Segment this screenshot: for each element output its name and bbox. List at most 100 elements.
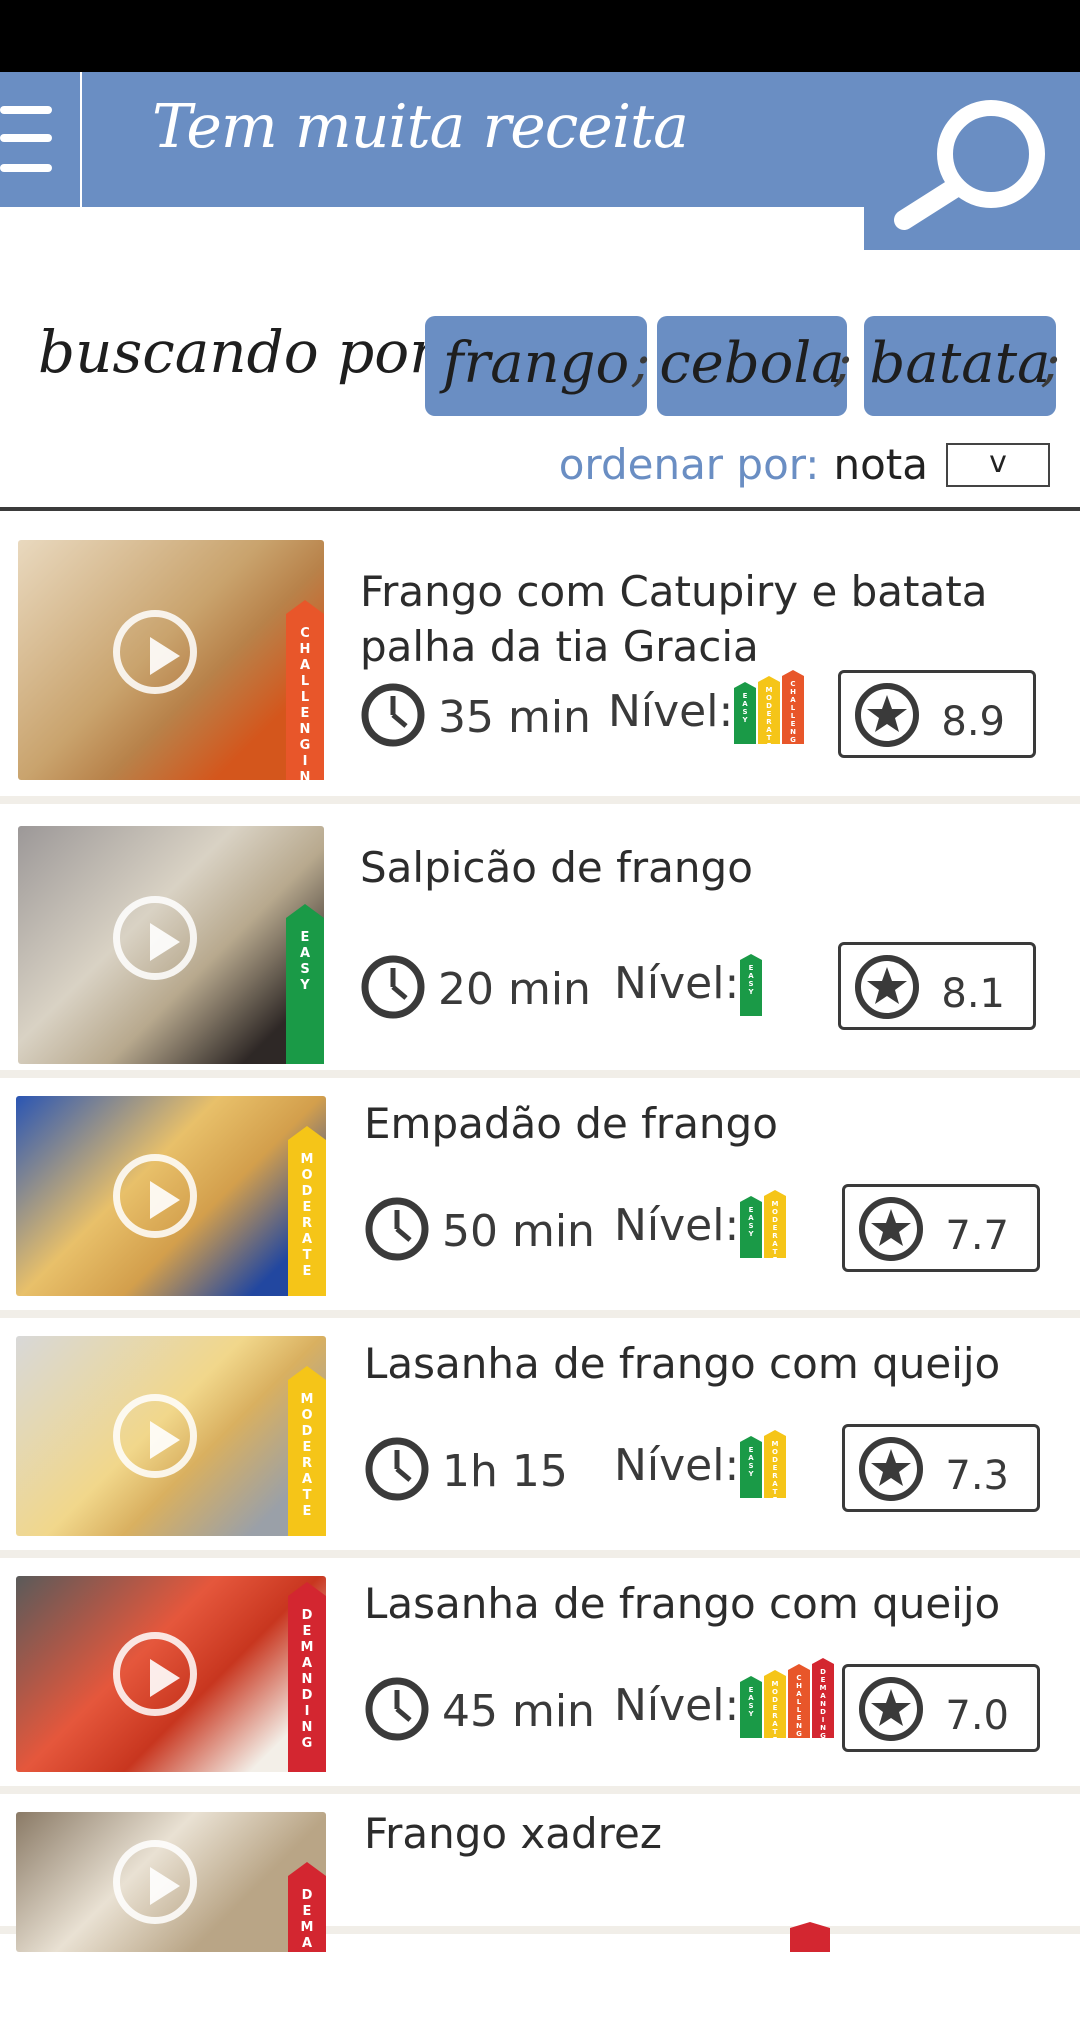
recipe-title[interactable]: Frango com Catupiry e batata palha da ti… (360, 564, 1040, 674)
recipe-title[interactable]: Lasanha de frango com queijo (364, 1336, 1044, 1391)
bar-letter: O (766, 694, 772, 702)
play-icon[interactable] (113, 1154, 197, 1238)
bar-letter: I (797, 1738, 801, 1746)
difficulty-meter: EASYMODERATECHALLENGING (734, 668, 804, 744)
rating-box[interactable]: 8.9 (838, 670, 1036, 758)
recipe-thumbnail[interactable] (18, 826, 324, 1064)
ribbon-letter: Y (300, 978, 310, 993)
sort-row: ordenar por: nota v (559, 440, 1050, 489)
bar-letter: R (772, 1472, 778, 1480)
search-chip-frango[interactable]: frango (425, 316, 647, 416)
bar-letter: E (796, 1714, 802, 1722)
menu-button[interactable] (0, 72, 80, 207)
ribbon-letter: D (301, 1184, 313, 1199)
bar-letter: S (748, 980, 754, 988)
play-icon[interactable] (113, 610, 197, 694)
rating-score: 7.0 (945, 1693, 1009, 1739)
level-label: Nível: (608, 686, 734, 737)
ribbon-letter: I (302, 754, 308, 769)
difficulty-bar: DEMANDING (812, 1658, 834, 1738)
bar-letter: A (766, 726, 772, 734)
bar-letter: S (742, 708, 748, 716)
bar-letter: Y (742, 716, 748, 724)
recipe-card[interactable]: E A S Y Salpicão de frango 20 min Nível: E A S Y 8.… (0, 804, 1080, 1078)
bar-letter: A (748, 1694, 754, 1702)
recipe-thumbnail[interactable] (16, 1812, 326, 1952)
search-button[interactable] (864, 72, 1080, 250)
hamburger-line (0, 164, 52, 172)
search-chip-batata[interactable]: batata (864, 316, 1056, 416)
ribbon-letter: G (299, 786, 311, 801)
ribbon-letter: D (301, 1688, 313, 1703)
bar-letter: I (821, 1716, 825, 1724)
bar-letter: A (772, 1480, 778, 1488)
play-icon[interactable] (113, 1394, 197, 1478)
ribbon-letter: T (302, 1248, 312, 1263)
ribbon-letter: D (301, 1968, 313, 1983)
search-chip-cebola[interactable]: cebola (657, 316, 847, 416)
recipe-thumbnail[interactable] (16, 1096, 326, 1296)
title-bar: Tem muita receita (82, 72, 864, 207)
recipe-card[interactable]: D E M A N D I N G Frango xadrez (0, 1794, 1080, 1952)
play-icon[interactable] (113, 1840, 197, 1924)
recipe-title[interactable]: Lasanha de frango com queijo (364, 1576, 1044, 1631)
difficulty-bar: EASY (740, 1436, 762, 1498)
difficulty-bar: MODERATE (764, 1190, 786, 1258)
ribbon-letter: M (300, 1392, 314, 1407)
recipe-card[interactable]: M O D E R A T E Empadão de frango 50 min Nível: E A S… (0, 1078, 1080, 1318)
ribbon-letter: G (301, 2016, 313, 2031)
bar-letter: E (766, 742, 772, 750)
ribbon-letter: E (300, 930, 310, 945)
ribbon-letter: R (301, 1216, 312, 1231)
difficulty-bar: EASY (734, 682, 756, 744)
rating-box[interactable]: 8.1 (838, 942, 1036, 1030)
difficulty-bar (790, 1922, 830, 1952)
magnifier-icon (894, 100, 1045, 230)
star-icon (855, 955, 919, 1019)
bar-letter: E (766, 710, 772, 718)
ribbon-letter: A (299, 946, 311, 961)
play-icon[interactable] (113, 1632, 197, 1716)
ribbon-letter: L (300, 690, 310, 705)
bar-letter: M (771, 1200, 779, 1208)
rating-box[interactable]: 7.0 (842, 1664, 1040, 1752)
bar-letter: G (790, 736, 796, 744)
bar-letter: L (796, 1706, 802, 1714)
recipe-thumbnail[interactable] (16, 1576, 326, 1772)
recipe-title[interactable]: Frango xadrez (364, 1806, 1044, 1861)
bar-letter: E (772, 1704, 778, 1712)
bar-letter: G (820, 1732, 826, 1740)
difficulty-ribbon: DEMANDING (288, 1582, 326, 1772)
ribbon-letter: D (301, 1424, 313, 1439)
search-label: buscando por: (38, 318, 457, 386)
chip-separator: ; (632, 330, 651, 393)
difficulty-bar: EASY (740, 1196, 762, 1258)
recipe-thumbnail[interactable] (18, 540, 324, 780)
ribbon-letter: M (300, 1152, 314, 1167)
difficulty-meter: EASY (740, 940, 762, 1016)
cook-time: 50 min (442, 1206, 595, 1257)
bar-letter: M (771, 1680, 779, 1688)
recipe-card[interactable]: D E M A N D I N G Lasanha de frango com queijo 45 … (0, 1558, 1080, 1794)
ribbon-letter: A (301, 1936, 313, 1951)
sort-dropdown[interactable]: v (946, 442, 1050, 487)
cook-time: 1h 15 (442, 1446, 568, 1497)
bar-letter: S (748, 1702, 754, 1710)
clock-icon (361, 955, 425, 1019)
bar-letter: T (772, 1248, 778, 1256)
recipe-card[interactable]: C H A L L E N G I N G Frango com Catupiry e batata … (0, 514, 1080, 804)
bar-letter: E (748, 1446, 754, 1454)
rating-box[interactable]: 7.3 (842, 1424, 1040, 1512)
ribbon-letter: E (300, 706, 310, 721)
rating-box[interactable]: 7.7 (842, 1184, 1040, 1272)
difficulty-bar: MODERATE (764, 1430, 786, 1498)
recipe-title[interactable]: Salpicão de frango (360, 840, 1040, 895)
recipe-thumbnail[interactable] (16, 1336, 326, 1536)
cook-time: 20 min (438, 964, 591, 1015)
bar-letter: E (772, 1464, 778, 1472)
cook-time: 35 min (438, 692, 591, 743)
recipe-card[interactable]: M O D E R A T E Lasanha de frango com queijo 1h 1… (0, 1318, 1080, 1558)
recipe-title[interactable]: Empadão de frango (364, 1096, 1044, 1151)
play-icon[interactable] (113, 896, 197, 980)
ribbon-letter: O (301, 1168, 313, 1183)
